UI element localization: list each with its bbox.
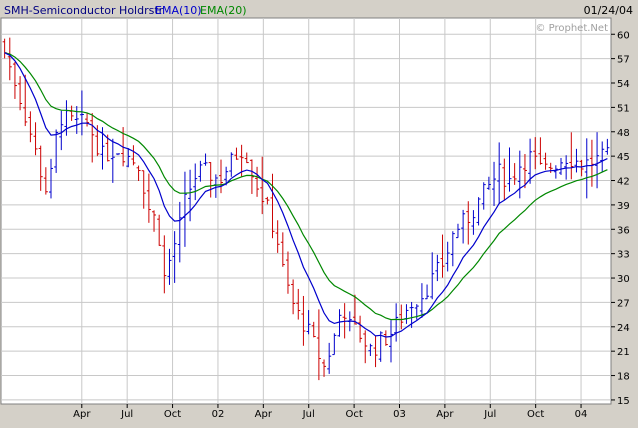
y-tick-label: 48	[617, 128, 630, 139]
x-tick-label: Oct	[164, 409, 181, 420]
x-tick-label: 03	[393, 409, 406, 420]
x-tick-label: Oct	[527, 409, 544, 420]
y-tick-label: 51	[617, 103, 630, 114]
y-tick-label: 33	[617, 250, 630, 261]
y-tick-label: 24	[617, 323, 630, 334]
x-tick-label: Apr	[255, 409, 273, 420]
watermark: © Prophet.Net	[535, 23, 608, 34]
y-tick-label: 18	[617, 372, 630, 383]
x-tick-label: 04	[575, 409, 588, 420]
y-tick-label: 15	[617, 396, 630, 407]
ema20-legend: EMA(20)	[200, 4, 247, 17]
x-tick-label: Oct	[345, 409, 362, 420]
y-tick-label: 45	[617, 152, 630, 163]
y-tick-label: 57	[617, 55, 630, 66]
x-tick-label: 02	[212, 409, 225, 420]
y-tick-label: 42	[617, 177, 630, 188]
x-tick-label: Jul	[302, 409, 315, 420]
x-tick-label: Apr	[436, 409, 454, 420]
price-chart: 15 18 21 24 27 30 33 36 39 42 45 48 51 54 57 60 Apr Jul O…	[0, 0, 638, 424]
y-tick-label: 27	[617, 298, 630, 309]
y-tick-label: 60	[617, 30, 630, 41]
symbol-label: SMH-Semiconductor Holdrstr	[4, 4, 164, 17]
x-tick-label: Jul	[483, 409, 496, 420]
date-label: 01/24/04	[584, 4, 633, 17]
y-tick-label: 39	[617, 201, 630, 212]
y-tick-label: 21	[617, 347, 630, 358]
x-tick-label: Apr	[73, 409, 91, 420]
ema10-legend: EMA(10)	[155, 4, 202, 17]
plot-area	[0, 17, 612, 405]
x-tick-label: Jul	[120, 409, 133, 420]
chart-canvas: 15 18 21 24 27 30 33 36 39 42 45 48 51 54 57 60 Apr Jul O…	[0, 0, 638, 424]
y-tick-label: 30	[617, 274, 630, 285]
y-tick-label: 54	[617, 79, 630, 90]
y-tick-label: 36	[617, 225, 630, 236]
